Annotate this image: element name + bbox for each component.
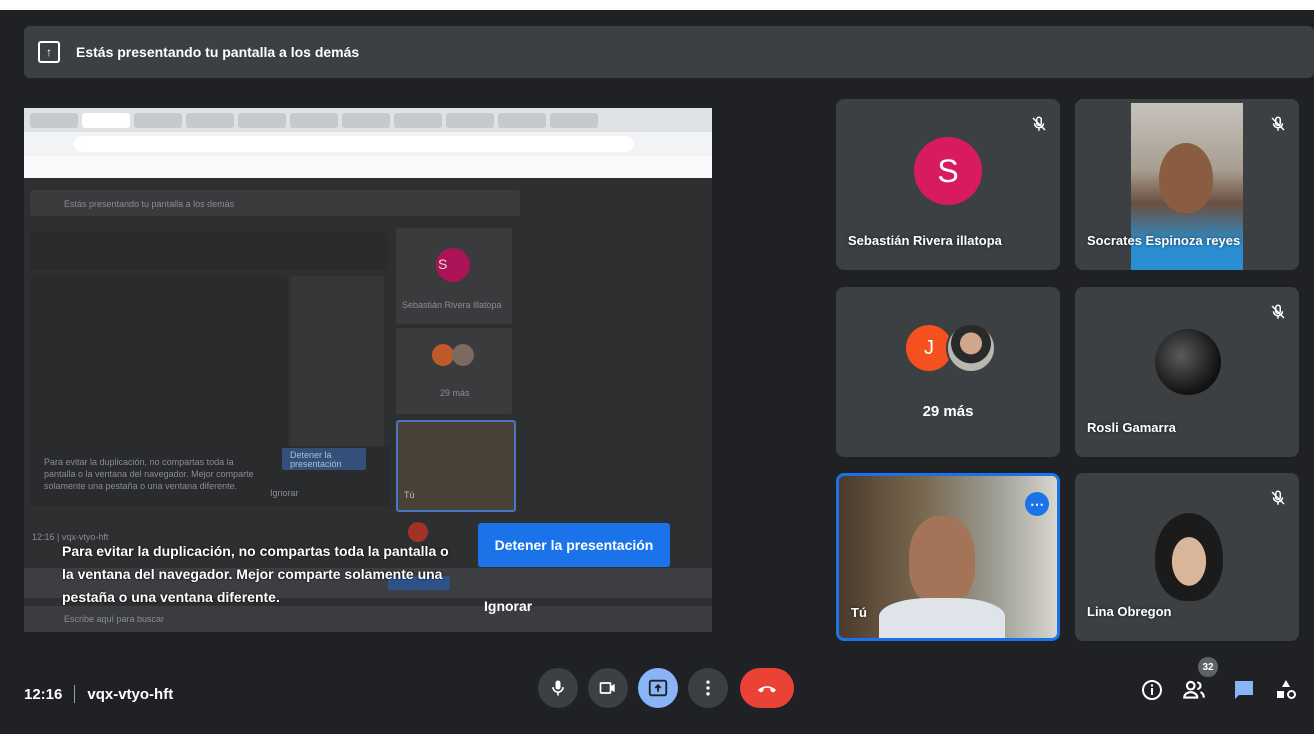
meeting-code: vqx-vtyo-hft bbox=[87, 685, 174, 703]
mic-off-icon bbox=[1271, 490, 1285, 505]
duplication-warning-message: Para evitar la duplicación, no compartas… bbox=[62, 543, 449, 605]
participant-tile-rosli[interactable]: Rosli Gamarra bbox=[1075, 287, 1299, 457]
participant-name: Lina Obregon bbox=[1087, 604, 1172, 619]
participant-tile-sebastian[interactable]: S Sebastián Rivera illatopa bbox=[836, 99, 1060, 270]
ignore-button[interactable]: Ignorar bbox=[484, 598, 532, 614]
participant-tile-more[interactable]: J 29 más bbox=[836, 287, 1060, 457]
stop-presenting-button[interactable]: Detener la presentación bbox=[478, 523, 670, 567]
chat-button[interactable] bbox=[1230, 676, 1258, 704]
preview-tile-more: 29 más bbox=[396, 328, 512, 414]
microphone-button[interactable] bbox=[538, 668, 578, 708]
end-call-icon bbox=[758, 686, 776, 693]
leave-call-button[interactable] bbox=[740, 668, 794, 708]
present-screen-icon: ↑ bbox=[38, 41, 60, 63]
present-button[interactable] bbox=[638, 668, 678, 708]
preview-tile-you: Tú bbox=[396, 420, 516, 512]
preview-taskbar: Escribe aquí para buscar bbox=[24, 606, 712, 632]
participant-name: Rosli Gamarra bbox=[1087, 420, 1176, 435]
participant-tile-you[interactable]: Tú ⋯ bbox=[836, 473, 1060, 641]
more-participants-label: 29 más bbox=[922, 403, 974, 420]
avatar: S bbox=[914, 137, 982, 205]
divider bbox=[74, 685, 76, 703]
camera-button[interactable] bbox=[588, 668, 628, 708]
more-options-button[interactable] bbox=[688, 668, 728, 708]
people-button[interactable] bbox=[1180, 676, 1208, 704]
present-screen-icon bbox=[648, 679, 668, 697]
activities-button[interactable] bbox=[1272, 676, 1300, 704]
avatar bbox=[946, 323, 996, 373]
more-options-icon[interactable]: ⋯ bbox=[1025, 492, 1049, 516]
meeting-details-button[interactable] bbox=[1138, 676, 1166, 704]
mic-off-icon bbox=[1271, 116, 1285, 131]
microphone-icon bbox=[552, 680, 564, 696]
preview-browser-tabs bbox=[24, 108, 712, 132]
info-icon bbox=[1142, 680, 1162, 700]
preview-bookmarks-bar bbox=[24, 156, 712, 178]
participant-name: Socrates Espinoza reyes bbox=[1087, 233, 1241, 248]
preview-banner: Estás presentando tu pantalla a los demá… bbox=[30, 190, 520, 216]
chat-icon bbox=[1235, 681, 1253, 699]
mic-off-icon bbox=[1271, 304, 1285, 319]
people-count-badge: 32 bbox=[1198, 657, 1218, 677]
presenting-banner: ↑ Estás presentando tu pantalla a los de… bbox=[24, 26, 1314, 78]
top-strip bbox=[0, 0, 1314, 10]
participant-name: Sebastián Rivera illatopa bbox=[848, 233, 1002, 248]
participant-tile-lina[interactable]: Lina Obregon bbox=[1075, 473, 1299, 641]
camera-icon bbox=[599, 682, 615, 694]
avatar bbox=[1155, 329, 1221, 395]
preview-tile-sebastian: S Sebastián Rivera illatopa bbox=[396, 228, 512, 324]
participant-name: Tú bbox=[851, 605, 867, 620]
more-vert-icon bbox=[706, 680, 710, 696]
avatar bbox=[1155, 513, 1223, 601]
mic-off-icon bbox=[1032, 116, 1046, 131]
meeting-time: 12:16 bbox=[24, 685, 63, 703]
people-icon bbox=[1183, 680, 1205, 699]
meeting-info: 12:16 vqx-vtyo-hft bbox=[24, 685, 173, 703]
activities-icon bbox=[1277, 680, 1296, 699]
participant-tile-socrates[interactable]: Socrates Espinoza reyes bbox=[1075, 99, 1299, 270]
presenting-banner-text: Estás presentando tu pantalla a los demá… bbox=[76, 44, 360, 60]
